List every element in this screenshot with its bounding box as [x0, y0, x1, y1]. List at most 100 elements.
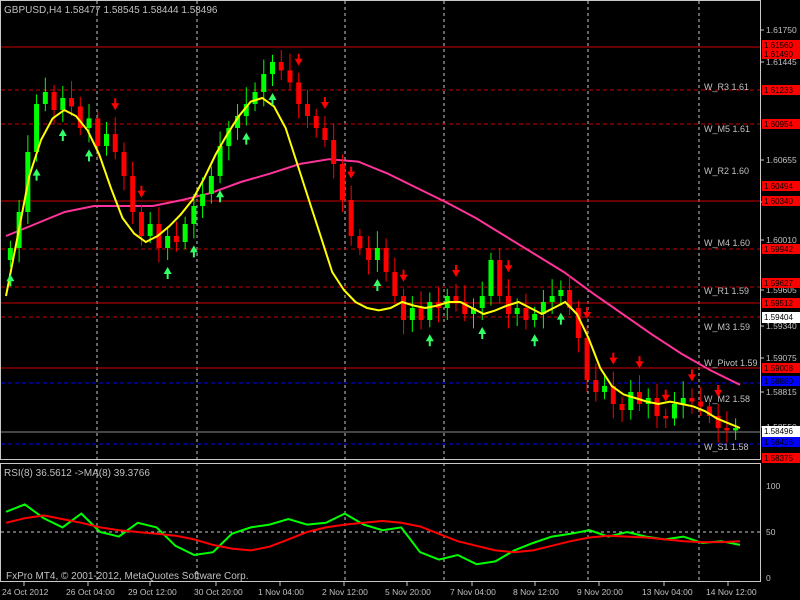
- candle-bull: [208, 176, 214, 194]
- candle-bull: [191, 206, 197, 224]
- candle-bear: [619, 404, 625, 410]
- price-tag-red-label: 1.60340: [764, 197, 793, 206]
- candle-bear: [357, 236, 363, 248]
- candle-bear: [278, 62, 284, 71]
- candle-bull: [165, 236, 171, 248]
- candle-bear: [348, 200, 354, 236]
- pivot-level-label: W_Pivot 1.59: [704, 358, 758, 368]
- candle-bear: [497, 260, 503, 296]
- candle-bear: [95, 118, 101, 146]
- time-axis-label: 14 Nov 12:00: [706, 587, 757, 597]
- candle-bull: [549, 296, 555, 302]
- price-tag-red-label: 1.61490: [764, 50, 793, 59]
- candle-bear: [51, 92, 57, 110]
- price-tag-red-label: 1.59627: [764, 279, 793, 288]
- candle-bull: [409, 308, 415, 320]
- candle-bear: [366, 248, 372, 260]
- candle-bull: [427, 302, 433, 320]
- rsi-header: RSI(8) 36.5612 ->MA(8) 39.3766: [4, 468, 150, 479]
- candle-bear: [173, 236, 179, 242]
- time-axis-label: 26 Oct 04:00: [66, 587, 115, 597]
- candle-bear: [130, 176, 136, 212]
- pivot-level-label: W_M5 1.61: [704, 124, 750, 134]
- pivot-level-label: W_M3 1.59: [704, 322, 750, 332]
- pivot-level-label: W_M2 1.58: [704, 394, 750, 404]
- price-axis-label: 1.58815: [766, 387, 797, 397]
- candle-bear: [724, 428, 730, 431]
- candle-bear: [663, 416, 669, 419]
- candle-bull: [182, 224, 188, 242]
- candle-bear: [418, 308, 424, 320]
- candle-bear: [313, 116, 319, 128]
- candle-bull: [733, 428, 739, 431]
- candle-bull: [479, 296, 485, 308]
- price-tag-red-label: 1.59008: [764, 364, 793, 373]
- candle-bear: [69, 98, 75, 107]
- candle-bear: [401, 296, 407, 320]
- time-axis-label: 9 Nov 20:00: [577, 587, 623, 597]
- price-tag-red-label: 1.60494: [764, 182, 793, 191]
- time-axis-label: 13 Nov 04:00: [642, 587, 693, 597]
- rsi-axis-label: 100: [766, 481, 780, 491]
- time-axis-label: 1 Nov 04:00: [258, 587, 304, 597]
- candle-bear: [689, 398, 695, 402]
- time-axis-label: 2 Nov 12:00: [322, 587, 368, 597]
- candle-bull: [270, 62, 276, 74]
- main-header: GBPUSD,H4 1.58477 1.58545 1.58444 1.5849…: [4, 5, 218, 16]
- price-axis-label: 1.60010: [766, 235, 797, 245]
- rsi-axis-label: 0: [766, 573, 771, 583]
- current-price-tag-label: 1.58496: [764, 427, 793, 436]
- candle-bear: [339, 164, 345, 200]
- candle-bull: [147, 224, 153, 236]
- candle-bear: [523, 308, 529, 320]
- candle-bull: [42, 92, 48, 104]
- candle-bull: [34, 104, 40, 152]
- candle-bull: [252, 92, 258, 104]
- time-axis-label: 29 Oct 12:00: [128, 587, 177, 597]
- price-axis-label: 1.61750: [766, 25, 797, 35]
- candle-bear: [322, 128, 328, 140]
- candle-bear: [296, 82, 302, 104]
- candle-bear: [593, 380, 599, 392]
- price-tag-red-label: 1.58375: [764, 454, 793, 463]
- candle-bull: [558, 290, 564, 296]
- candle-bull: [374, 248, 380, 260]
- rsi-axis-label: 50: [766, 527, 776, 537]
- candle-bear: [304, 104, 310, 116]
- time-axis-label: 30 Oct 20:00: [194, 587, 243, 597]
- footer-copyright: FxPro MT4, © 2001-2012, MetaQuotes Softw…: [6, 571, 248, 582]
- time-axis-label: 8 Nov 12:00: [513, 587, 559, 597]
- candle-bear: [331, 140, 337, 164]
- price-tag-blue-label: 1.58426: [764, 438, 793, 447]
- candle-bull: [60, 98, 66, 110]
- price-tag-red-label: 1.59942: [764, 245, 793, 254]
- price-tag-blue-label: 1.58880: [764, 377, 793, 386]
- candle-bear: [584, 338, 590, 380]
- candle-bear: [121, 152, 127, 176]
- time-axis-label: 5 Nov 20:00: [385, 587, 431, 597]
- candle-bull: [671, 404, 677, 419]
- time-axis-label: 24 Oct 2012: [2, 587, 49, 597]
- pivot-level-label: W_R3 1.61: [704, 82, 749, 92]
- time-axis-label: 7 Nov 04:00: [450, 587, 496, 597]
- price-axis-label: 1.59075: [766, 353, 797, 363]
- candle-bear: [138, 212, 144, 236]
- candle-bull: [200, 194, 206, 206]
- price-tag-red-label: 1.61560: [764, 41, 793, 50]
- candle-bull: [261, 74, 267, 92]
- price-tag-red-label: 1.61233: [764, 86, 793, 95]
- candle-bull: [488, 260, 494, 296]
- price-tag-red-label: 1.59512: [764, 299, 793, 308]
- candle-bear: [112, 134, 118, 152]
- price-axis-label: 1.60655: [766, 155, 797, 165]
- pivot-level-label: W_S1 1.58: [704, 442, 749, 452]
- candle-bear: [654, 398, 660, 416]
- price-tag-red-label: 1.60954: [764, 120, 793, 129]
- candle-bull: [103, 134, 109, 146]
- mt4-chart-window[interactable]: W_R3 1.61 W_M5 1.61 W_R2 1.60 W_M4 1.60 W_R1…: [0, 0, 800, 600]
- candle-bear: [287, 70, 293, 83]
- candle-bull: [86, 118, 92, 128]
- candle-bull: [628, 392, 634, 410]
- candle-bull: [514, 308, 520, 314]
- candle-bear: [392, 272, 398, 296]
